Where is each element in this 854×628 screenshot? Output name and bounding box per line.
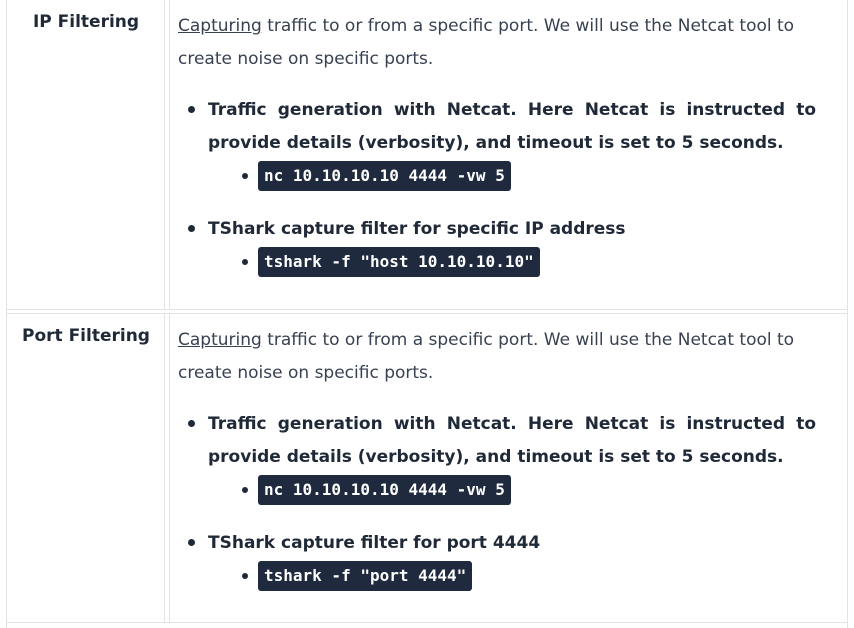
name-cell: IP Filtering bbox=[7, 0, 165, 309]
bullet-text: Traffic generation with Netcat. Here Net… bbox=[208, 100, 816, 153]
sub-bullet-icon bbox=[242, 487, 248, 493]
bullet-icon bbox=[188, 539, 195, 546]
table-row-ip-filtering: IP Filtering Capturing traffic to or fro… bbox=[7, 0, 847, 310]
intro-rest: traffic to or from a specific port. We w… bbox=[178, 330, 795, 383]
code-snippet: nc 10.10.10.10 4444 -vw 5 bbox=[258, 161, 511, 191]
code-snippet: tshark -f "host 10.10.10.10" bbox=[258, 247, 540, 277]
sub-bullet-icon bbox=[242, 259, 248, 265]
sub-list-item: tshark -f "port 4444" bbox=[242, 561, 473, 591]
bullet-icon bbox=[188, 225, 195, 232]
bullet-text: Traffic generation with Netcat. Here Net… bbox=[208, 414, 816, 467]
list-item: TShark capture filter for specific IP ad… bbox=[188, 213, 816, 246]
code-snippet: nc 10.10.10.10 4444 -vw 5 bbox=[258, 475, 511, 505]
bullet-text: TShark capture filter for specific IP ad… bbox=[208, 219, 626, 239]
bullet-icon bbox=[188, 420, 195, 427]
name-cell: Port Filtering bbox=[7, 314, 165, 622]
sub-list-item: nc 10.10.10.10 4444 -vw 5 bbox=[242, 475, 511, 505]
intro-text: Capturing traffic to or from a specific … bbox=[178, 324, 838, 390]
description-cell: Capturing traffic to or from a specific … bbox=[169, 0, 847, 309]
list-item: Traffic generation with Netcat. Here Net… bbox=[188, 94, 816, 160]
bullet-text: TShark capture filter for port 4444 bbox=[208, 533, 541, 553]
sub-bullet-icon bbox=[242, 573, 248, 579]
intro-text: Capturing traffic to or from a specific … bbox=[178, 10, 838, 76]
sub-bullet-icon bbox=[242, 173, 248, 179]
intro-link[interactable]: Capturing bbox=[178, 330, 262, 350]
row-name: IP Filtering bbox=[32, 12, 140, 32]
list-item: Traffic generation with Netcat. Here Net… bbox=[188, 408, 816, 474]
list-item: TShark capture filter for port 4444 bbox=[188, 527, 816, 560]
description-cell: Capturing traffic to or from a specific … bbox=[169, 314, 847, 622]
filter-table: IP Filtering Capturing traffic to or fro… bbox=[6, 0, 848, 628]
table-row-port-filtering: Port Filtering Capturing traffic to or f… bbox=[7, 313, 847, 623]
intro-link[interactable]: Capturing bbox=[178, 16, 262, 36]
bullet-icon bbox=[188, 106, 195, 113]
row-name: Port Filtering bbox=[22, 326, 150, 346]
sub-list-item: tshark -f "host 10.10.10.10" bbox=[242, 247, 540, 277]
code-snippet: tshark -f "port 4444" bbox=[258, 561, 473, 591]
sub-list-item: nc 10.10.10.10 4444 -vw 5 bbox=[242, 161, 511, 191]
intro-rest: traffic to or from a specific port. We w… bbox=[178, 16, 795, 69]
